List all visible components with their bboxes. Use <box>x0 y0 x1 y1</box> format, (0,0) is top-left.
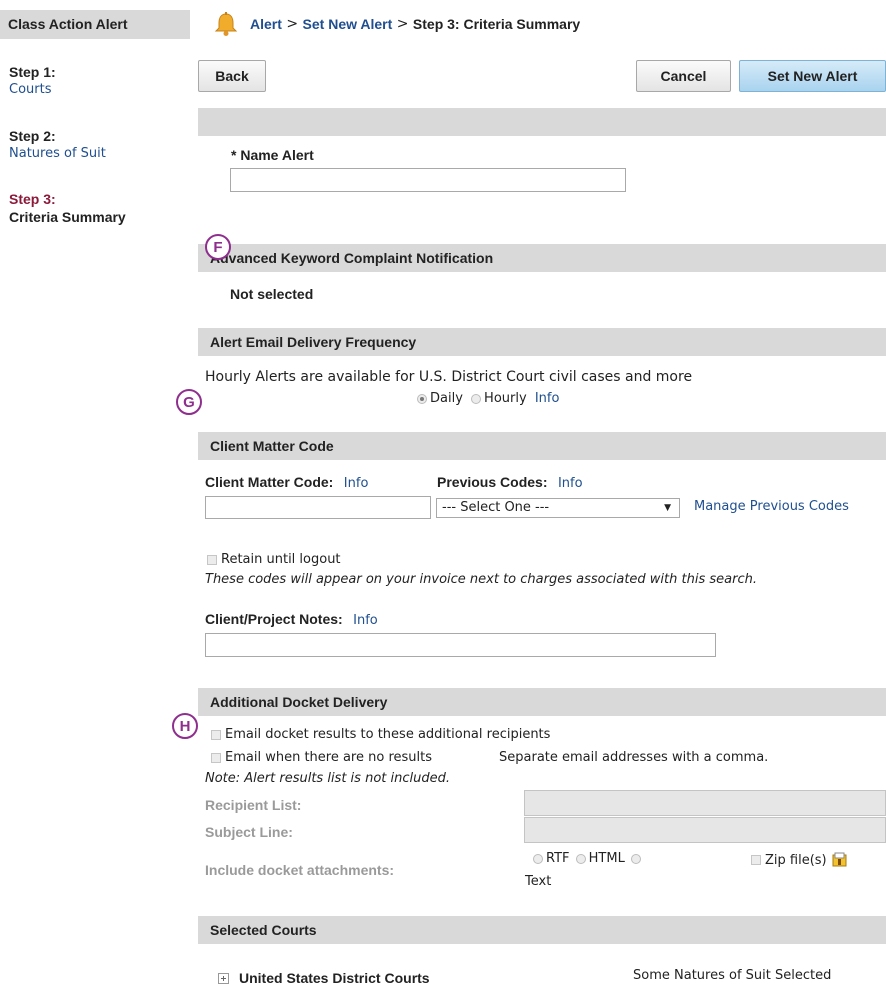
alert-results-note: Note: Alert results list is not included… <box>205 771 450 786</box>
previous-codes-label-row: Previous Codes: Info <box>437 474 583 491</box>
recipient-list-input[interactable] <box>524 790 886 816</box>
docket-section-title: Additional Docket Delivery <box>210 694 388 710</box>
separate-emails-note: Separate email addresses with a comma. <box>499 750 769 765</box>
client-matter-section-title: Client Matter Code <box>210 438 334 454</box>
client-project-notes-label: Client/Project Notes: <box>205 611 343 627</box>
annotation-marker-f: F <box>205 234 231 260</box>
breadcrumb-alert-link[interactable]: Alert <box>250 16 282 32</box>
cancel-button[interactable]: Cancel <box>636 60 731 92</box>
form-header-bar <box>198 108 886 136</box>
client-matter-code-info-link[interactable]: Info <box>344 476 369 491</box>
annotation-marker-g: G <box>176 389 202 415</box>
zip-files-row[interactable]: Zip file(s) <box>751 852 848 868</box>
attachments-label: Include docket attachments: <box>205 862 395 878</box>
frequency-options: Daily Hourly Info <box>417 391 559 406</box>
keyword-section-value: Not selected <box>230 286 314 302</box>
previous-codes-select-value: --- Select One --- <box>442 500 550 515</box>
retain-until-logout-checkbox[interactable] <box>207 554 217 565</box>
email-recipients-label[interactable]: Email docket results to these additional… <box>225 727 550 742</box>
email-recipients-checkbox[interactable] <box>211 729 221 740</box>
annotation-marker-h: H <box>172 713 198 739</box>
hourly-radio[interactable] <box>471 393 482 404</box>
subject-line-label: Subject Line: <box>205 824 293 840</box>
hourly-label[interactable]: Hourly <box>484 391 527 406</box>
docket-section-header: Additional Docket Delivery <box>198 688 886 716</box>
zip-archive-icon <box>832 852 847 867</box>
sidebar-step-1[interactable]: Step 1: Courts <box>9 64 56 97</box>
sidebar-step-3: Step 3: Criteria Summary <box>9 191 126 225</box>
sidebar: Class Action Alert Step 1: Courts Step 2… <box>0 0 190 985</box>
email-no-results-label[interactable]: Email when there are no results <box>225 750 432 765</box>
courts-section-title: Selected Courts <box>210 922 317 938</box>
subject-line-input[interactable] <box>524 817 886 843</box>
court-name: United States District Courts <box>239 970 430 986</box>
text-radio[interactable] <box>630 853 641 864</box>
frequency-info-link[interactable]: Info <box>535 391 560 406</box>
daily-radio[interactable] <box>417 393 427 404</box>
attachment-format-options: RTF HTML <box>533 851 644 866</box>
name-alert-input[interactable] <box>230 168 626 192</box>
client-matter-code-label: Client Matter Code: <box>205 474 334 490</box>
chevron-down-icon: ▼ <box>664 503 671 513</box>
keyword-section-header: Advanced Keyword Complaint Notification <box>198 244 886 272</box>
daily-label[interactable]: Daily <box>430 391 463 406</box>
sidebar-step-2[interactable]: Step 2: Natures of Suit <box>9 128 106 161</box>
previous-codes-label: Previous Codes: <box>437 474 548 490</box>
breadcrumb-set-new-alert-link[interactable]: Set New Alert <box>303 16 393 32</box>
name-alert-label: * Name Alert <box>231 147 314 163</box>
keyword-section-title: Advanced Keyword Complaint Notification <box>210 250 494 266</box>
set-new-alert-button[interactable]: Set New Alert <box>739 60 886 92</box>
courts-section-header: Selected Courts <box>198 916 886 944</box>
expand-icon[interactable] <box>218 972 229 984</box>
back-button[interactable]: Back <box>198 60 266 92</box>
step-3-label: Step 3: <box>9 191 56 207</box>
manage-previous-codes-link[interactable]: Manage Previous Codes <box>694 499 849 514</box>
step-2-link[interactable]: Natures of Suit <box>9 146 106 161</box>
sidebar-title: Class Action Alert <box>0 10 190 39</box>
client-matter-code-label-row: Client Matter Code: Info <box>205 474 368 491</box>
step-1-link[interactable]: Courts <box>9 82 56 97</box>
client-project-notes-info-link[interactable]: Info <box>353 613 378 628</box>
frequency-section-header: Alert Email Delivery Frequency <box>198 328 886 356</box>
previous-codes-select[interactable]: --- Select One --- ▼ <box>436 498 680 518</box>
html-label[interactable]: HTML <box>589 851 625 866</box>
rtf-radio[interactable] <box>533 853 543 864</box>
html-radio[interactable] <box>575 853 586 864</box>
email-recipients-row[interactable]: Email docket results to these additional… <box>211 727 550 742</box>
bell-icon <box>214 12 238 36</box>
step-2-label: Step 2: <box>9 128 56 144</box>
breadcrumb: Alert > Set New Alert > Step 3: Criteria… <box>214 10 580 38</box>
client-project-notes-input[interactable] <box>205 633 716 657</box>
client-matter-section-header: Client Matter Code <box>198 432 886 460</box>
step-1-label: Step 1: <box>9 64 56 80</box>
breadcrumb-separator: > <box>392 16 413 32</box>
zip-files-label[interactable]: Zip file(s) <box>765 853 827 868</box>
court-list-item: United States District Courts <box>218 970 430 986</box>
step-3-current: Criteria Summary <box>9 209 126 225</box>
retain-until-logout-label[interactable]: Retain until logout <box>221 552 341 567</box>
client-project-notes-label-row: Client/Project Notes: Info <box>205 611 378 628</box>
email-no-results-row[interactable]: Email when there are no results <box>211 750 432 765</box>
invoice-note: These codes will appear on your invoice … <box>205 572 757 587</box>
recipient-list-label: Recipient List: <box>205 797 302 813</box>
previous-codes-info-link[interactable]: Info <box>558 476 583 491</box>
zip-files-checkbox[interactable] <box>751 855 761 865</box>
email-no-results-checkbox[interactable] <box>211 752 221 763</box>
text-label[interactable]: Text <box>525 874 551 889</box>
court-status: Some Natures of Suit Selected <box>633 968 832 983</box>
frequency-section-title: Alert Email Delivery Frequency <box>210 334 417 350</box>
retain-until-logout-row[interactable]: Retain until logout <box>207 552 341 567</box>
breadcrumb-separator: > <box>281 16 303 32</box>
breadcrumb-current: Step 3: Criteria Summary <box>412 16 581 32</box>
rtf-label[interactable]: RTF <box>546 851 570 866</box>
client-matter-code-input[interactable] <box>205 496 431 519</box>
frequency-note: Hourly Alerts are available for U.S. Dis… <box>205 369 693 385</box>
